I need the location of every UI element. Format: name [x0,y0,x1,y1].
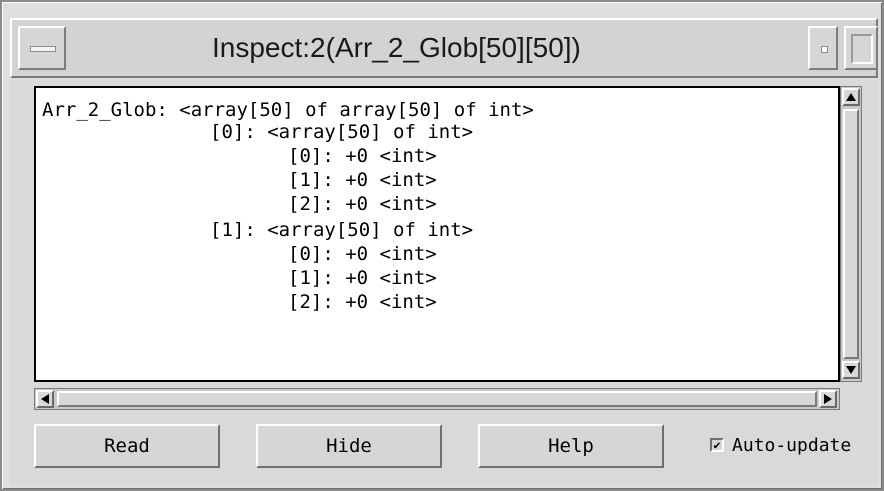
arrow-left-icon [41,394,49,404]
window-content: Arr_2_Glob: <array[50] of array[50] of i… [10,80,878,485]
vertical-scroll-thumb[interactable] [843,109,859,359]
inspector-line: [2]: +0 <int> [288,193,437,215]
window-title: Inspect:2(Arr_2_Glob[50][50]) [212,32,581,63]
inspector-line: [1]: <array[50] of int> [210,219,474,241]
inspector-line: [2]: +0 <int> [288,291,437,313]
inspector-text-area[interactable]: Arr_2_Glob: <array[50] of array[50] of i… [34,86,840,382]
help-button[interactable]: Help [478,424,664,468]
inspector-line: [1]: +0 <int> [288,169,437,191]
horizontal-scrollbar[interactable] [34,388,840,410]
minimize-icon [821,46,828,53]
inspector-line: [1]: +0 <int> [288,267,437,289]
inspector-line: [0]: +0 <int> [288,145,437,167]
checkmark-icon: ✔ [713,438,721,452]
menu-bar-icon [30,46,56,52]
horizontal-scroll-thumb[interactable] [57,391,817,407]
inspector-line: [0]: <array[50] of int> [210,121,474,143]
scroll-up-button[interactable] [842,88,860,106]
window-menu-button[interactable] [18,26,66,70]
minimize-button[interactable] [808,26,838,70]
maximize-icon [851,34,873,64]
auto-update-label: Auto-update [732,434,852,456]
scroll-down-button[interactable] [842,361,860,379]
auto-update-checkbox[interactable]: ✔ [710,438,724,452]
hide-button[interactable]: Hide [256,424,442,468]
inspector-line: [0]: +0 <int> [288,243,437,265]
arrow-up-icon [846,93,856,101]
maximize-button[interactable] [844,26,878,70]
vertical-scrollbar[interactable] [840,86,862,382]
scroll-left-button[interactable] [36,390,54,408]
scroll-right-button[interactable] [819,390,837,408]
title-bar[interactable]: Inspect:2(Arr_2_Glob[50][50]) [10,18,878,78]
auto-update-toggle[interactable]: ✔ Auto-update [710,430,851,460]
inspector-line: Arr_2_Glob: <array[50] of array[50] of i… [42,99,534,121]
arrow-down-icon [846,366,856,374]
inspect-window: Inspect:2(Arr_2_Glob[50][50]) Arr_2_Glob… [0,0,884,491]
arrow-right-icon [824,394,832,404]
read-button[interactable]: Read [34,424,220,468]
